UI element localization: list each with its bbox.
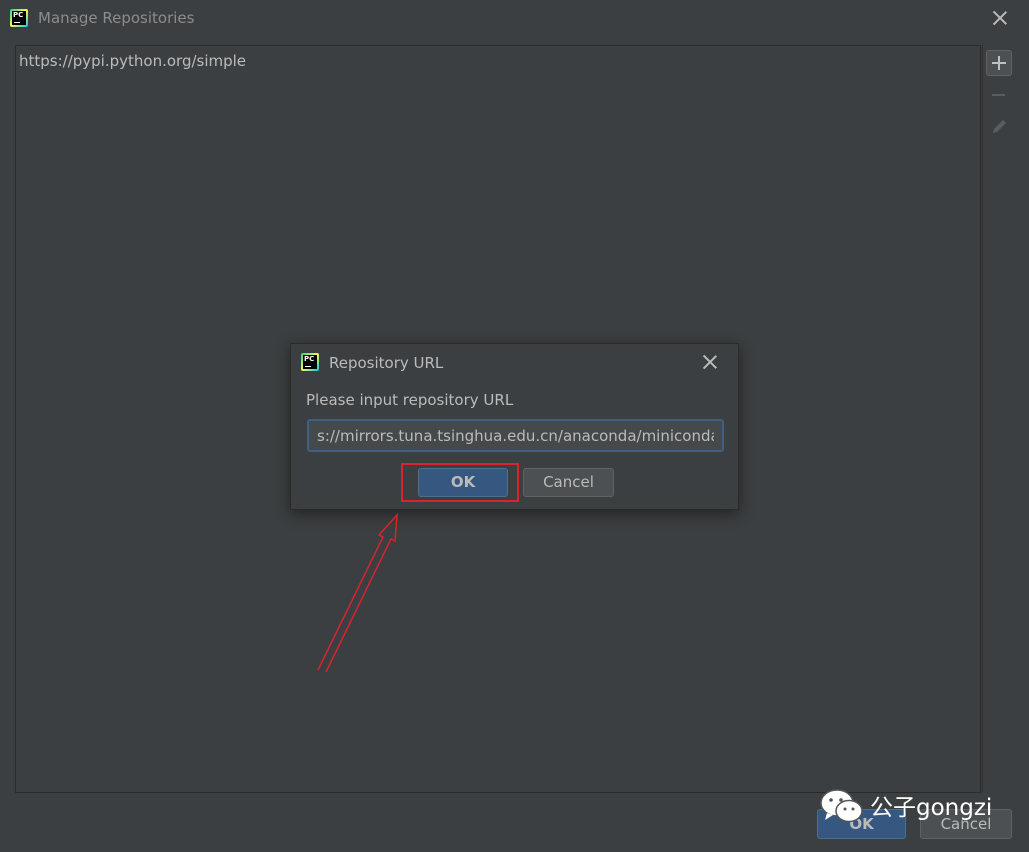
pycharm-app-icon: PC: [10, 9, 28, 27]
repository-toolbar: [982, 45, 1015, 793]
pencil-icon[interactable]: [986, 114, 1012, 140]
window-title: Manage Repositories: [38, 9, 195, 27]
window-close-icon[interactable]: [990, 8, 1010, 28]
dialog-close-icon[interactable]: [700, 352, 720, 372]
watermark: 公子gongzi: [818, 786, 992, 826]
window-titlebar: PC Manage Repositories: [0, 0, 1029, 38]
ok-highlight-box: [401, 463, 519, 502]
repository-list-item[interactable]: https://pypi.python.org/simple: [19, 52, 246, 70]
pycharm-app-icon: PC: [301, 353, 319, 371]
watermark-text: 公子gongzi: [870, 795, 993, 821]
dialog-prompt-label: Please input repository URL: [306, 391, 514, 409]
minus-icon[interactable]: [986, 82, 1012, 108]
dialog-title: Repository URL: [329, 354, 444, 372]
repository-url-input[interactable]: [307, 419, 724, 452]
dialog-cancel-button[interactable]: Cancel: [523, 468, 614, 497]
wechat-icon: [820, 789, 863, 823]
manage-repositories-window: PC Manage Repositories https://pypi.pyth…: [0, 0, 1029, 852]
plus-icon[interactable]: [986, 50, 1012, 76]
